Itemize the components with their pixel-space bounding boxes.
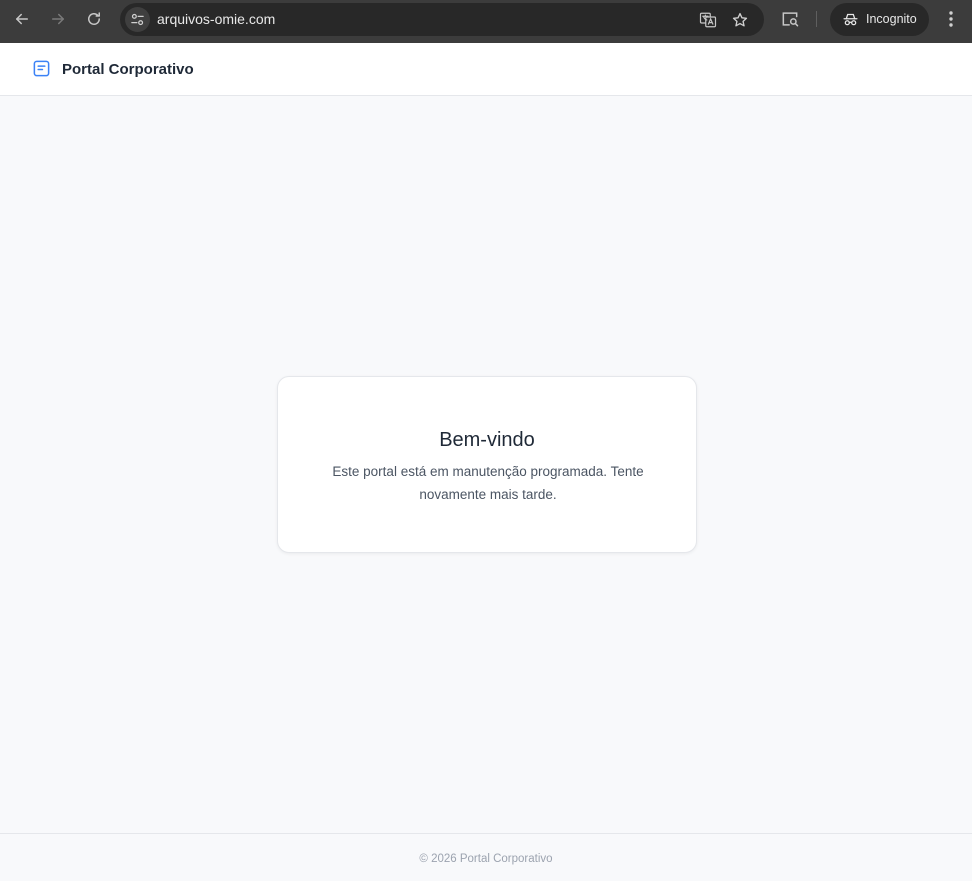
- site-footer: © 2026 Portal Corporativo: [0, 833, 972, 881]
- site-title[interactable]: Portal Corporativo: [62, 60, 194, 79]
- back-button[interactable]: [7, 6, 37, 32]
- tab-search-icon[interactable]: [780, 9, 800, 29]
- incognito-indicator[interactable]: Incognito: [830, 3, 929, 36]
- tune-icon: [131, 13, 144, 26]
- reload-icon: [88, 12, 100, 25]
- incognito-icon: [843, 13, 858, 26]
- reload-button[interactable]: [79, 6, 109, 32]
- translate-button[interactable]: [698, 10, 718, 30]
- arrow-left-icon: [16, 13, 28, 25]
- translate-icon: [699, 12, 717, 28]
- forward-button[interactable]: [43, 6, 73, 32]
- card-message: Este portal está em manutenção programad…: [332, 464, 644, 502]
- maintenance-card: Bem-vindo Este portal está em manutenção…: [277, 376, 697, 553]
- footer-copyright: © 2026 Portal Corporativo: [419, 853, 553, 865]
- toolbar-divider: [816, 11, 817, 27]
- site-header: Portal Corporativo: [0, 43, 972, 96]
- bookmark-button[interactable]: [730, 10, 750, 30]
- address-bar[interactable]: arquivos-omie.com: [120, 3, 764, 36]
- more-vert-icon[interactable]: [942, 9, 960, 29]
- star-icon: [732, 12, 748, 27]
- site-info-button[interactable]: [125, 7, 150, 32]
- incognito-label: Incognito: [866, 12, 917, 26]
- browser-toolbar: arquivos-omie.com Incognito: [0, 0, 972, 43]
- arrow-right-icon: [52, 13, 64, 25]
- url-text[interactable]: arquivos-omie.com: [157, 11, 275, 28]
- document-icon: [33, 60, 50, 77]
- card-title: Bem-vindo: [439, 429, 535, 451]
